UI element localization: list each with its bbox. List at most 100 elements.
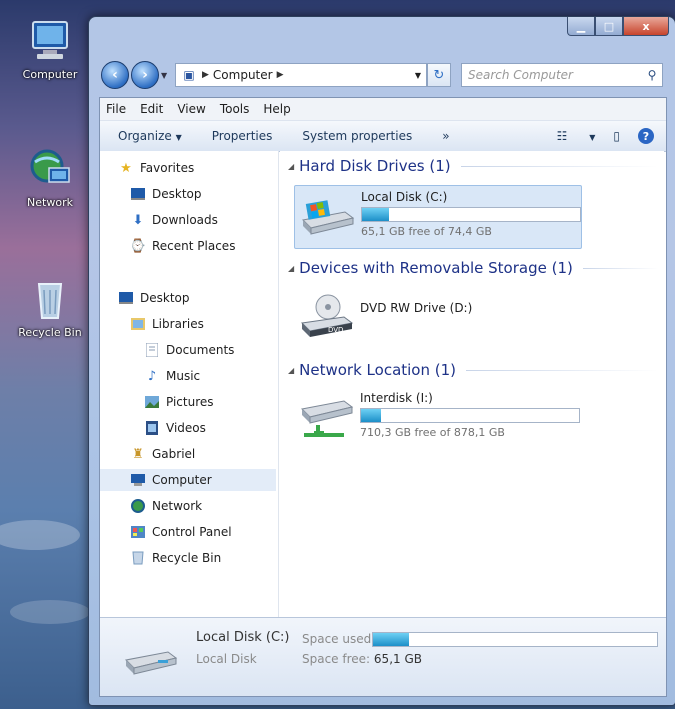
drive-usage-bar [361, 207, 581, 222]
group-removable-storage[interactable]: ◢ Devices with Removable Storage (1) [288, 257, 658, 279]
drive-interdisk-i[interactable]: Interdisk (I:) 710,3 GB free of 878,1 GB [294, 387, 580, 449]
drive-usage-fill [361, 409, 381, 422]
group-divider [466, 369, 658, 371]
search-icon[interactable]: ⚲ [642, 68, 662, 82]
recent-pages-dropdown[interactable]: ▼ [161, 71, 171, 80]
recycle-bin-icon [130, 550, 146, 566]
back-button[interactable]: ‹ [101, 61, 129, 89]
collapse-triangle-icon[interactable]: ◢ [288, 366, 294, 375]
menu-edit[interactable]: Edit [140, 102, 163, 116]
collapse-triangle-icon[interactable]: ◢ [288, 162, 294, 171]
forward-button[interactable]: › [131, 61, 159, 89]
nav-label: Downloads [152, 213, 218, 227]
drive-local-disk-c[interactable]: Local Disk (C:) 65,1 GB free of 74,4 GB [294, 185, 582, 249]
drive-name: DVD RW Drive (D:) [360, 301, 473, 315]
menu-file[interactable]: File [106, 102, 126, 116]
drive-dvd-rw-d[interactable]: DVD DVD RW Drive (D:) [294, 285, 580, 347]
network-drive-icon [298, 395, 354, 445]
hard-drive-icon [299, 194, 355, 244]
nav-network[interactable]: Network [130, 495, 202, 517]
recycle-bin-icon [27, 276, 73, 322]
nav-user-gabriel[interactable]: ♜ Gabriel [130, 443, 195, 465]
properties-button[interactable]: Properties [212, 129, 273, 143]
details-pane: Local Disk (C:) Local Disk Space used: S… [100, 617, 666, 696]
details-space-free-value: 65,1 GB [373, 652, 422, 666]
desktop-computer-icon[interactable]: Computer [8, 18, 92, 81]
computer-icon [27, 18, 73, 64]
nav-desktop[interactable]: Desktop [118, 287, 190, 309]
refresh-icon: ↻ [433, 67, 445, 83]
nav-label: Favorites [140, 161, 195, 175]
help-icon[interactable]: ? [638, 128, 654, 144]
details-usage-fill [373, 633, 409, 646]
nav-label: Libraries [152, 317, 204, 331]
videos-icon [144, 420, 160, 436]
nav-computer[interactable]: Computer [100, 469, 276, 491]
nav-libraries[interactable]: Libraries [130, 313, 204, 335]
explorer-window[interactable]: ▁ □ x ‹ › ▼ ▣ ▶ Computer ▶ ▼ ↻ Search Co… [88, 16, 675, 706]
nav-label: Recent Places [152, 239, 236, 253]
control-panel-icon [130, 524, 146, 540]
maximize-button[interactable]: □ [595, 17, 623, 36]
group-divider [582, 267, 658, 269]
libraries-icon [130, 316, 146, 332]
nav-music[interactable]: ♪ Music [144, 365, 200, 387]
breadcrumb-separator-icon[interactable]: ▶ [202, 70, 209, 80]
nav-recent-places[interactable]: ⌚ Recent Places [130, 235, 236, 257]
nav-documents[interactable]: Documents [144, 339, 234, 361]
organize-button[interactable]: Organize ▼ [118, 129, 182, 143]
nav-videos[interactable]: Videos [144, 417, 206, 439]
group-network-location[interactable]: ◢ Network Location (1) [288, 359, 658, 381]
menu-help[interactable]: Help [263, 102, 290, 116]
nav-downloads[interactable]: ⬇ Downloads [130, 209, 218, 231]
forward-arrow-icon: › [142, 67, 148, 83]
view-options-icon[interactable]: ☷ ▼ [557, 129, 596, 143]
breadcrumb-computer[interactable]: Computer [213, 68, 273, 82]
organize-label: Organize [118, 129, 172, 143]
close-icon: x [642, 19, 650, 33]
system-properties-button[interactable]: System properties [302, 129, 412, 143]
nav-recycle-bin[interactable]: Recycle Bin [130, 547, 221, 569]
menu-view[interactable]: View [177, 102, 205, 116]
star-icon: ★ [120, 160, 132, 176]
desktop-recycle-bin-icon[interactable]: Recycle Bin [8, 276, 92, 339]
refresh-button[interactable]: ↻ [427, 63, 451, 87]
minimize-button[interactable]: ▁ [567, 17, 595, 36]
back-arrow-icon: ‹ [112, 67, 118, 83]
nav-label: Control Panel [152, 525, 232, 539]
address-dropdown-icon[interactable]: ▼ [410, 71, 426, 80]
search-input[interactable]: Search Computer ⚲ [461, 63, 663, 87]
explorer-content-frame: File Edit View Tools Help Organize ▼ Pro… [99, 97, 667, 697]
address-row: ‹ › ▼ ▣ ▶ Computer ▶ ▼ ↻ Search Computer… [101, 61, 663, 89]
breadcrumb-separator-icon[interactable]: ▶ [277, 70, 284, 80]
nav-control-panel[interactable]: Control Panel [130, 521, 232, 543]
preview-pane-icon[interactable]: ▯ [613, 129, 620, 143]
maximize-icon: □ [603, 19, 615, 33]
nav-label: Videos [166, 421, 206, 435]
menu-tools[interactable]: Tools [220, 102, 250, 116]
nav-label: Desktop [140, 291, 190, 305]
music-icon: ♪ [147, 368, 157, 384]
network-icon [130, 498, 146, 514]
address-bar[interactable]: ▣ ▶ Computer ▶ ▼ [175, 63, 427, 87]
desktop-icon [118, 290, 134, 306]
close-button[interactable]: x [623, 17, 669, 36]
group-hard-disk-drives[interactable]: ◢ Hard Disk Drives (1) [288, 155, 658, 177]
drive-usage-bar [360, 408, 580, 423]
nav-label: Computer [152, 473, 212, 487]
drive-free-space: 65,1 GB free of 74,4 GB [361, 225, 492, 238]
collapse-triangle-icon[interactable]: ◢ [288, 264, 294, 273]
nav-label: Desktop [152, 187, 202, 201]
nav-pictures[interactable]: Pictures [144, 391, 214, 413]
minimize-icon: ▁ [576, 19, 586, 33]
nav-favorites[interactable]: ★ Favorites [118, 157, 194, 179]
caption-buttons: ▁ □ x [567, 17, 669, 36]
nav-favorites-desktop[interactable]: Desktop [130, 183, 202, 205]
desktop-network-icon[interactable]: Network [8, 146, 92, 209]
nav-label: Pictures [166, 395, 214, 409]
navigation-pane: ★ Favorites Desktop ⬇ Downloads ⌚ Recent… [100, 151, 279, 617]
details-type: Local Disk [196, 652, 257, 666]
computer-icon: ▣ [183, 68, 195, 82]
group-divider [460, 165, 658, 167]
more-commands-button[interactable]: » [442, 129, 449, 143]
